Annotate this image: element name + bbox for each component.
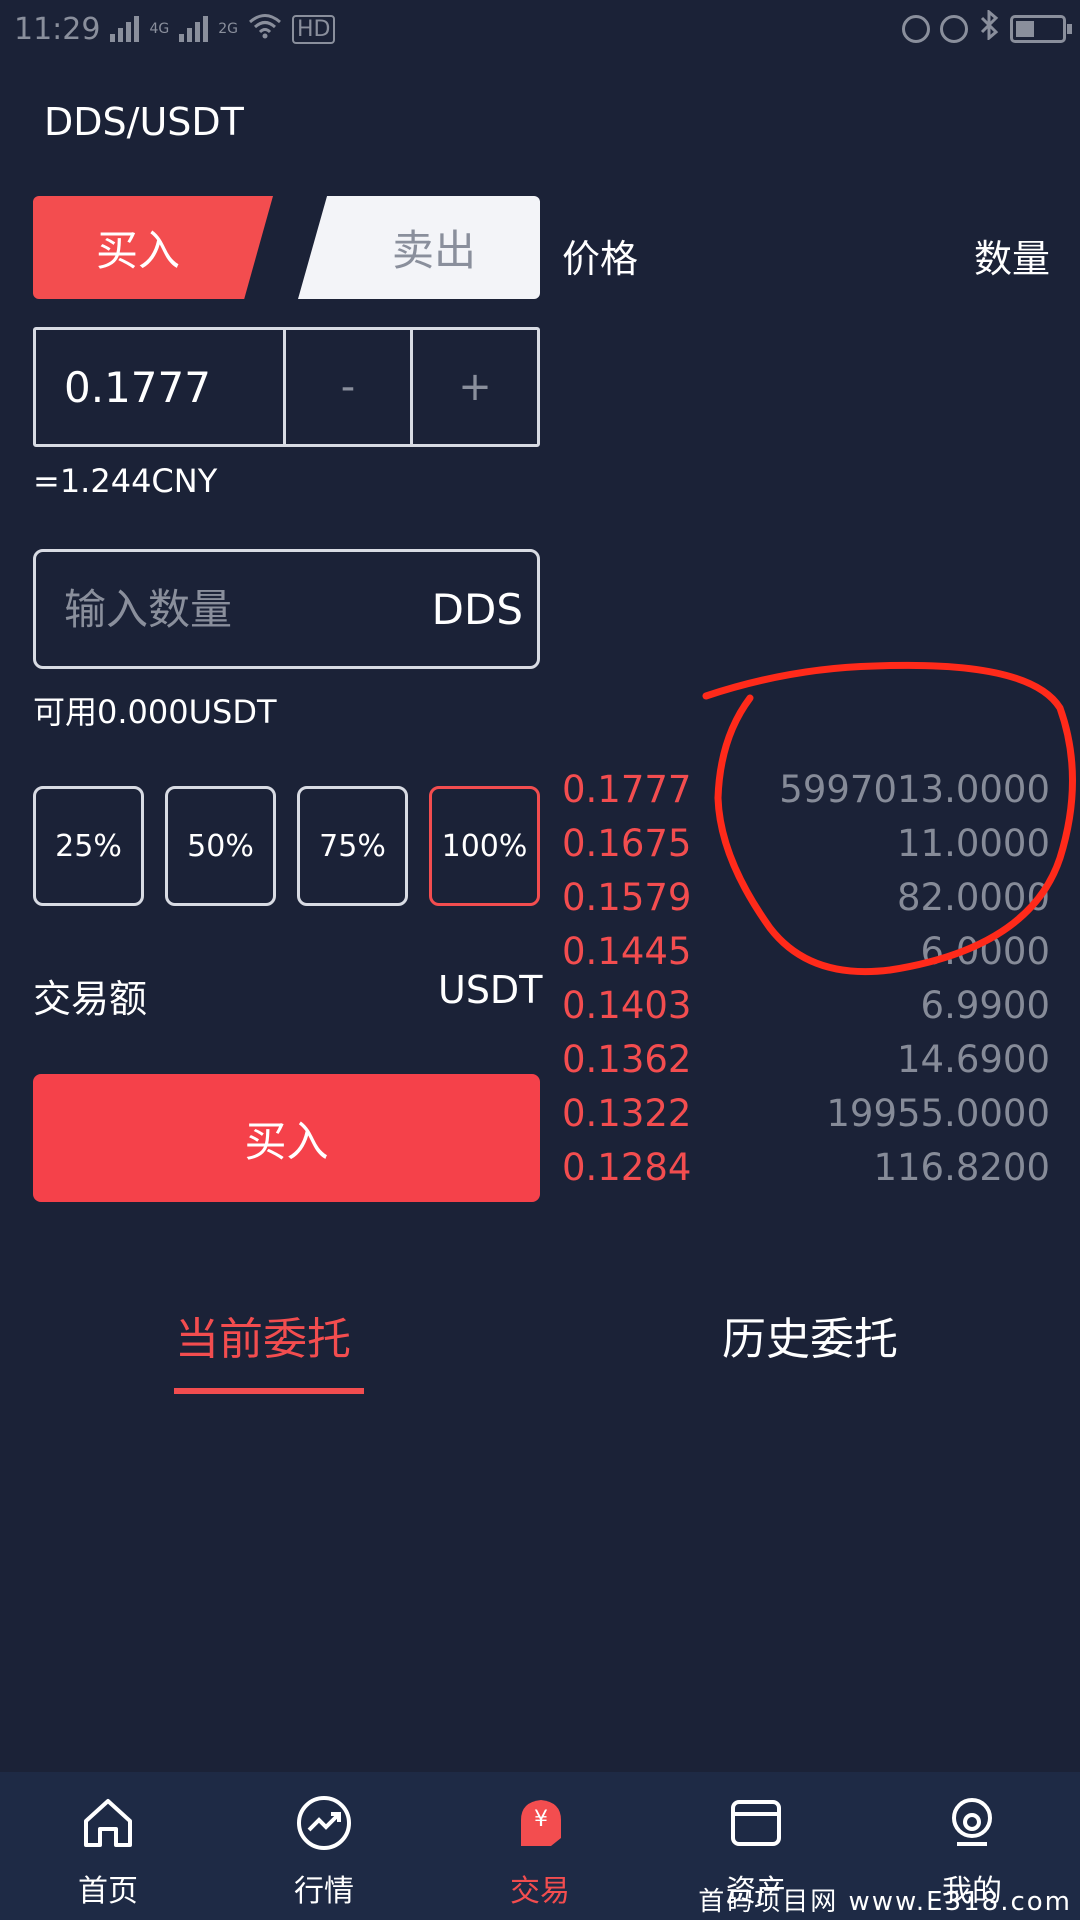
price-input-group: 0.1777 - + <box>33 327 540 447</box>
orderbook-quantity: 82.0000 <box>896 875 1050 919</box>
orderbook-quantity: 116.8200 <box>873 1145 1050 1189</box>
tab-sell[interactable]: 卖出 <box>298 196 540 299</box>
percent-100-button[interactable]: 100% <box>429 786 540 906</box>
status-left: 11:29 4G 2G HD <box>14 11 336 47</box>
trading-pair-title: DDS/USDT <box>44 100 244 144</box>
orderbook-price: 0.1403 <box>562 983 692 1027</box>
orderbook-price: 0.1675 <box>562 821 692 865</box>
battery-icon <box>1010 15 1072 43</box>
orderbook-price-header: 价格 <box>562 237 639 281</box>
orderbook-price: 0.1322 <box>562 1091 692 1135</box>
trade-amount-label: 交易额 <box>33 977 148 1021</box>
status-time: 11:29 <box>14 11 101 47</box>
net-4g-label: 4G <box>149 21 170 37</box>
tab-buy[interactable]: 买入 <box>33 196 273 299</box>
net-2g-label: 2G <box>218 21 238 37</box>
hd-label: HD <box>292 14 336 44</box>
wallet-icon <box>723 1790 789 1856</box>
cny-estimate: =1.244CNY <box>33 462 218 500</box>
orderbook-price: 0.1579 <box>562 875 692 919</box>
tab-history-orders[interactable]: 历史委托 <box>722 1303 898 1367</box>
status-right <box>902 8 1072 48</box>
orderbook-quantity: 5997013.0000 <box>779 767 1050 811</box>
status-bar: 11:29 4G 2G HD <box>0 0 1080 58</box>
percent-25-button[interactable]: 25% <box>33 786 144 906</box>
nav-home[interactable]: 首页 <box>0 1772 216 1920</box>
trade-yen-icon: ¥ <box>507 1790 573 1856</box>
percent-50-button[interactable]: 50% <box>165 786 276 906</box>
tab-current-orders[interactable]: 当前委托 <box>175 1303 351 1367</box>
orderbook-quantity: 6.0000 <box>920 929 1050 973</box>
orderbook-row[interactable]: 0.1445 6.0000 <box>562 924 1050 978</box>
orderbook-row[interactable]: 0.1777 5997013.0000 <box>562 762 1050 816</box>
nav-trade-label: 交易 <box>510 1874 570 1909</box>
trade-amount-unit: USDT <box>438 968 543 1012</box>
orderbook-quantity: 19955.0000 <box>826 1091 1050 1135</box>
orderbook-quantity: 11.0000 <box>896 821 1050 865</box>
buy-submit-button[interactable]: 买入 <box>33 1074 540 1202</box>
nav-trade[interactable]: ¥ 交易 <box>432 1772 648 1920</box>
quantity-input-group: DDS <box>33 549 540 669</box>
lock-rotation-icon <box>902 15 930 43</box>
price-increment-button[interactable]: + <box>413 330 537 444</box>
quantity-input[interactable] <box>64 584 424 634</box>
market-trend-icon <box>291 1790 357 1856</box>
quantity-unit: DDS <box>431 584 523 634</box>
orderbook-price: 0.1777 <box>562 767 692 811</box>
orderbook-row[interactable]: 0.1362 14.6900 <box>562 1032 1050 1086</box>
orderbook-quantity: 14.6900 <box>896 1037 1050 1081</box>
home-icon <box>75 1790 141 1856</box>
signal-2g-icon <box>179 16 209 42</box>
nav-home-label: 首页 <box>78 1874 138 1909</box>
svg-text:¥: ¥ <box>534 1807 548 1832</box>
percent-buttons: 25% 50% 75% 100% <box>33 786 540 906</box>
orderbook-price: 0.1445 <box>562 929 692 973</box>
signal-4g-icon <box>110 16 140 42</box>
alarm-icon <box>940 15 968 43</box>
watermark-text: 首码项目网 www.E318.com <box>698 1887 1072 1917</box>
orderbook-quantity: 6.9900 <box>920 983 1050 1027</box>
tab-active-indicator <box>174 1388 364 1394</box>
available-balance: 可用0.000USDT <box>33 693 277 731</box>
percent-75-button[interactable]: 75% <box>297 786 408 906</box>
orderbook-quantity-header: 数量 <box>973 237 1050 281</box>
nav-market[interactable]: 行情 <box>216 1772 432 1920</box>
orderbook-row[interactable]: 0.1579 82.0000 <box>562 870 1050 924</box>
orderbook-row[interactable]: 0.1284 116.8200 <box>562 1140 1050 1194</box>
orderbook-price: 0.1284 <box>562 1145 692 1189</box>
price-decrement-button[interactable]: - <box>286 330 413 444</box>
wifi-icon <box>248 12 282 47</box>
orderbook: 0.1777 5997013.0000 0.1675 11.0000 0.1579 8… <box>562 762 1050 1194</box>
orderbook-row[interactable]: 0.1322 19955.0000 <box>562 1086 1050 1140</box>
nav-market-label: 行情 <box>294 1874 354 1909</box>
price-input[interactable]: 0.1777 <box>36 330 286 444</box>
orderbook-row[interactable]: 0.1403 6.9900 <box>562 978 1050 1032</box>
bluetooth-icon <box>978 8 1000 48</box>
orderbook-price: 0.1362 <box>562 1037 692 1081</box>
profile-icon <box>939 1790 1005 1856</box>
orderbook-row[interactable]: 0.1675 11.0000 <box>562 816 1050 870</box>
